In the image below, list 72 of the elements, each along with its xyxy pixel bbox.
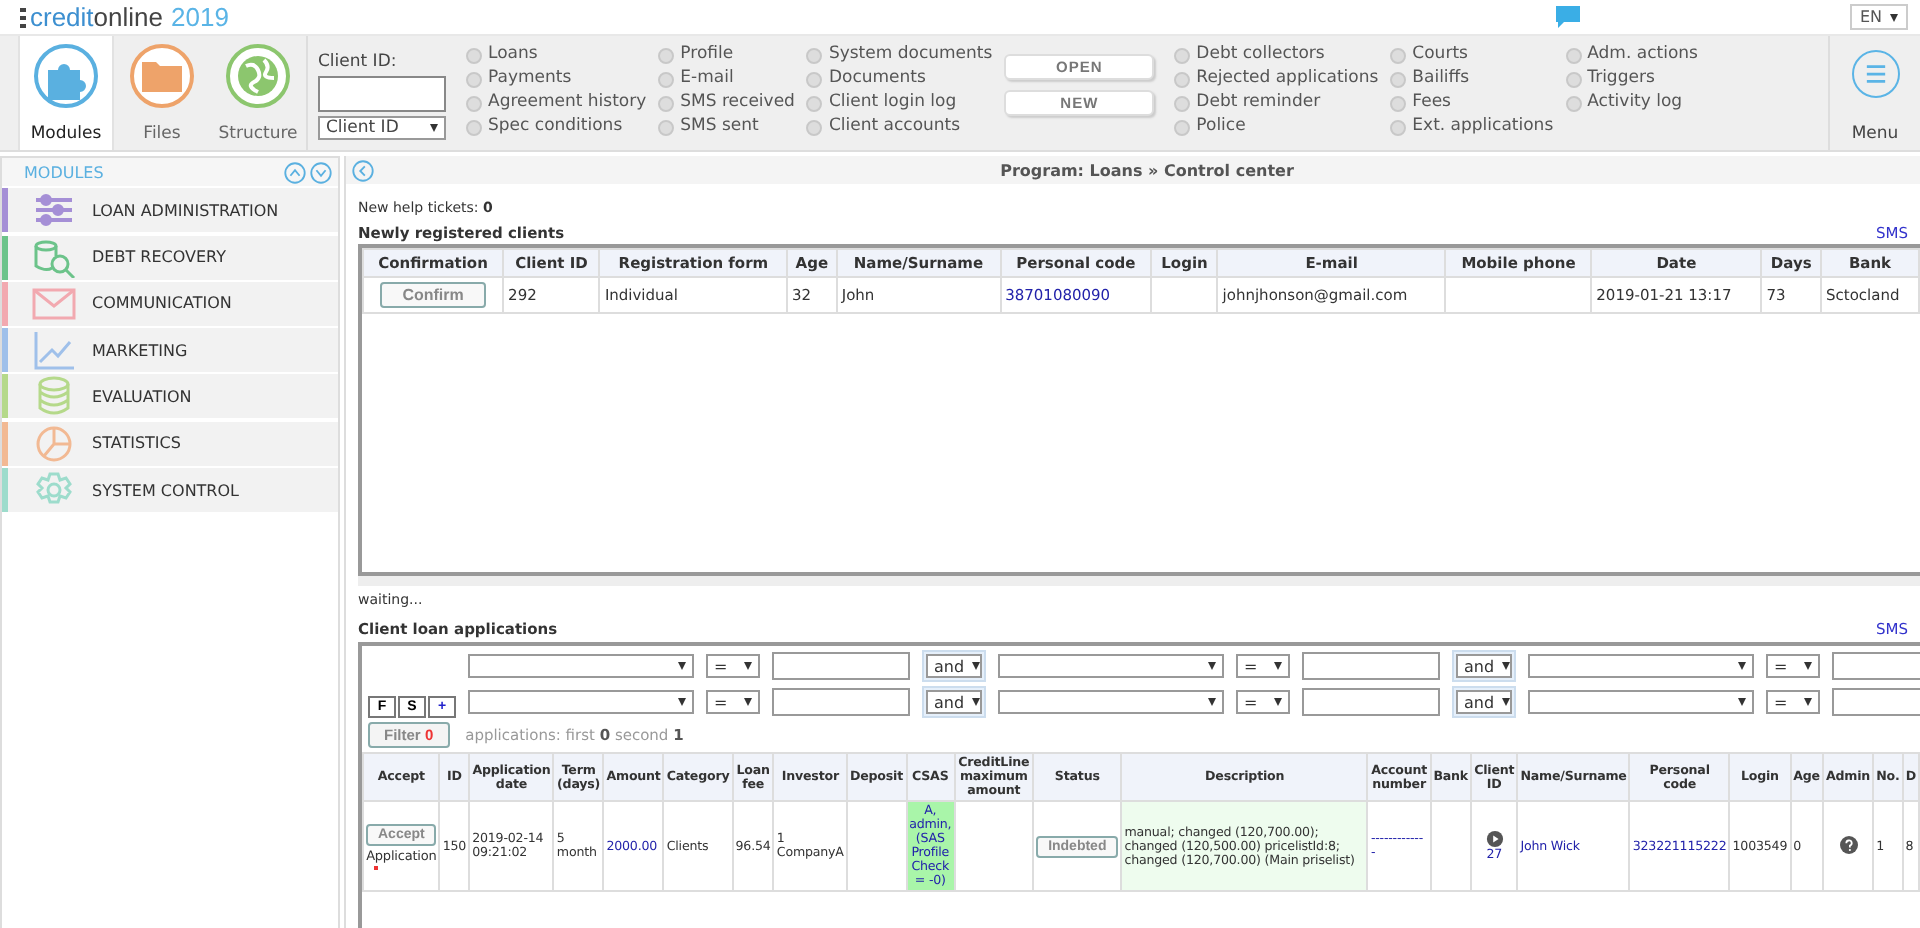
sidebar-item[interactable]: STATISTICS	[2, 421, 338, 466]
help-icon[interactable]	[1839, 835, 1858, 853]
module-link[interactable]: E-mail	[658, 68, 795, 90]
field-select[interactable]	[998, 690, 1224, 714]
value-field[interactable]	[1302, 688, 1440, 716]
module-link[interactable]: Documents	[806, 68, 993, 90]
module-link[interactable]: Adm. actions	[1565, 44, 1698, 66]
nav-tab[interactable]: Files	[114, 36, 210, 150]
operator-select[interactable]: =	[1236, 654, 1290, 678]
operator-select[interactable]: =	[706, 654, 760, 678]
sidebar-item[interactable]: COMMUNICATION	[2, 281, 338, 326]
operator-select[interactable]: =	[706, 690, 760, 714]
client-id-select[interactable]: Client ID	[318, 116, 446, 140]
join-select[interactable]: and	[1456, 654, 1512, 678]
module-link[interactable]: Client accounts	[806, 116, 993, 138]
pie-icon	[32, 423, 76, 464]
menu-icon	[1851, 50, 1899, 98]
language-select[interactable]: EN	[1849, 4, 1908, 30]
module-link[interactable]: Police	[1174, 116, 1379, 138]
module-link[interactable]: Debt collectors	[1174, 44, 1379, 66]
field-select[interactable]	[998, 654, 1224, 678]
field-label: Client ID:	[318, 52, 399, 72]
value-field[interactable]	[1302, 652, 1440, 680]
sidebar-item[interactable]: EVALUATION	[2, 374, 338, 419]
module-link[interactable]: Debt reminder	[1174, 92, 1379, 114]
module-link[interactable]: Spec conditions	[466, 116, 647, 138]
field-select[interactable]	[1528, 690, 1754, 714]
chat-icon[interactable]	[1555, 6, 1580, 28]
back-icon[interactable]	[352, 159, 374, 181]
page-title: Program: Loans » Control center	[998, 161, 1296, 179]
chart-icon	[32, 330, 76, 371]
sidebar-item[interactable]: SYSTEM CONTROL	[2, 468, 338, 513]
join-select[interactable]: and	[926, 654, 982, 678]
value-field[interactable]	[772, 688, 910, 716]
module-link[interactable]: Courts	[1390, 44, 1554, 66]
sliders-icon	[32, 190, 76, 231]
module-link[interactable]: Rejected applications	[1174, 68, 1379, 90]
module-link[interactable]: Ext. applications	[1390, 116, 1554, 138]
field-select[interactable]	[1528, 654, 1754, 678]
module-link[interactable]: System documents	[806, 44, 993, 66]
operator-select[interactable]: =	[1766, 654, 1820, 678]
logo: creditonline 2019	[20, 2, 229, 32]
sidebar-title: MODULES	[24, 163, 104, 181]
module-link[interactable]: Fees	[1390, 92, 1554, 114]
sidebar-item[interactable]: MARKETING	[2, 328, 338, 373]
module-link[interactable]: Bailiffs	[1390, 68, 1554, 90]
module-link[interactable]: Loans	[466, 44, 647, 66]
value-field[interactable]	[772, 652, 910, 680]
field-select[interactable]	[468, 690, 694, 714]
expand-icon[interactable]	[310, 161, 332, 183]
module-link[interactable]: SMS sent	[658, 116, 795, 138]
client-id-field[interactable]	[318, 76, 446, 112]
join-select[interactable]: and	[1456, 690, 1512, 714]
collapse-icon[interactable]	[284, 161, 306, 183]
menu-button[interactable]: Menu	[1828, 36, 1920, 150]
module-link[interactable]: Payments	[466, 68, 647, 90]
module-link[interactable]: Client login log	[806, 92, 993, 114]
module-link[interactable]: Profile	[658, 44, 795, 66]
play-icon[interactable]	[1485, 830, 1504, 848]
envelope-icon	[32, 283, 76, 324]
sidebar-item[interactable]: LOAN ADMINISTRATION	[2, 188, 338, 233]
nav-tab[interactable]: Modules	[18, 36, 114, 150]
operator-select[interactable]: =	[1236, 690, 1290, 714]
field-select[interactable]	[468, 654, 694, 678]
join-select[interactable]: and	[926, 690, 982, 714]
module-link[interactable]: Agreement history	[466, 92, 647, 114]
nav-tab[interactable]: Structure	[210, 36, 306, 150]
sidebar-item[interactable]: DEBT RECOVERY	[2, 235, 338, 280]
module-link[interactable]: SMS received	[658, 92, 795, 114]
module-link[interactable]: Activity log	[1565, 92, 1698, 114]
operator-select[interactable]: =	[1766, 690, 1820, 714]
module-link[interactable]: Triggers	[1565, 68, 1698, 90]
